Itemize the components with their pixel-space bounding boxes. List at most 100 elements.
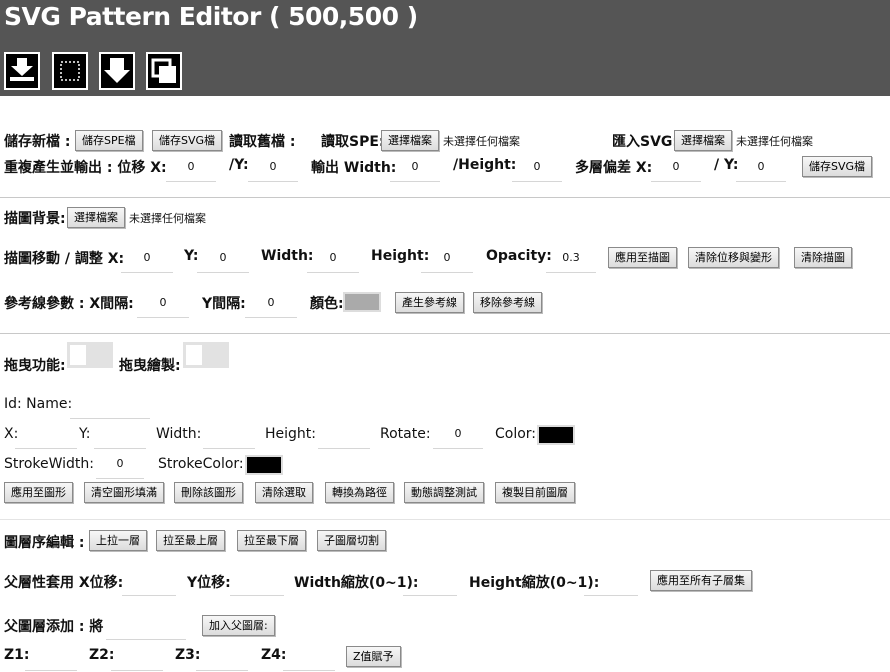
layer-offset-x-input[interactable]: 0 <box>651 152 701 182</box>
clear-trace-button[interactable]: 清除描圖 <box>794 247 852 268</box>
guide-color-label: 顏色: <box>310 296 344 312</box>
move-down-button[interactable] <box>99 52 135 90</box>
divider <box>0 197 890 198</box>
regen-label: 重複產生並輸出 : 位移 X: <box>4 160 167 176</box>
z3-input[interactable] <box>196 641 248 671</box>
convert-to-path-button[interactable]: 轉換為路徑 <box>325 482 394 503</box>
parent-add-input[interactable] <box>106 610 186 640</box>
guide-y-gap-label: Y間隔: <box>202 296 246 312</box>
output-width-input[interactable]: 0 <box>390 152 440 182</box>
toggle-knob <box>70 345 86 365</box>
layer-offset-label: 多層偏差 X: <box>575 160 653 176</box>
output-height-input[interactable]: 0 <box>512 152 562 182</box>
z1-input[interactable] <box>25 641 77 671</box>
drag-draw-toggle[interactable] <box>183 342 229 368</box>
send-to-bottom-button[interactable]: 拉至最下層 <box>237 530 306 551</box>
download-button[interactable] <box>4 52 40 90</box>
choose-file-button[interactable]: 選擇檔案 <box>381 130 439 151</box>
trace-x-input[interactable]: 0 <box>121 243 173 273</box>
shape-width-label: Width: <box>156 426 202 442</box>
height-scale-label: Height縮放(0~1): <box>469 575 600 591</box>
divider <box>0 333 890 334</box>
shape-rotate-input[interactable]: 0 <box>433 419 483 449</box>
trace-y-input[interactable]: 0 <box>197 243 249 273</box>
choose-file-button[interactable]: 選擇檔案 <box>67 207 125 228</box>
guide-y-gap-input[interactable]: 0 <box>245 288 297 318</box>
shape-width-input[interactable] <box>203 419 255 449</box>
move-up-layer-button[interactable]: 上拉一層 <box>89 530 147 551</box>
parent-add-label: 父圖層添加 : 將 <box>4 619 104 635</box>
import-svg-file-input[interactable]: 選擇檔案 未選擇任何檔案 <box>674 130 813 151</box>
shape-height-input[interactable] <box>318 419 370 449</box>
output-width-label: 輸出 Width: <box>311 160 397 176</box>
width-scale-input[interactable] <box>403 566 457 596</box>
regen-save-svg-button[interactable]: 儲存SVG檔 <box>802 156 873 177</box>
download-icon <box>10 58 34 81</box>
import-svg-label: 匯入SVG: <box>612 134 679 150</box>
z2-input[interactable] <box>111 641 163 671</box>
dynamic-adjust-test-button[interactable]: 動態調整測試 <box>404 482 484 503</box>
shape-y-input[interactable] <box>94 419 146 449</box>
layer-offset-y-label: / Y: <box>714 157 739 173</box>
save-svg-button[interactable]: 儲存SVG檔 <box>152 130 223 151</box>
z4-input[interactable] <box>283 641 335 671</box>
stroke-width-label: StrokeWidth: <box>4 456 95 472</box>
parent-apply-label: 父層性套用 X位移: <box>4 575 124 591</box>
apply-trace-button[interactable]: 應用至描圖 <box>608 247 677 268</box>
id-name-label: Id: Name: <box>4 396 73 412</box>
layer-order-label: 圖層序編輯 : <box>4 535 85 551</box>
select-area-button[interactable] <box>52 52 88 90</box>
trace-bg-file-input[interactable]: 選擇檔案 未選擇任何檔案 <box>67 207 206 228</box>
toggle-knob <box>186 345 202 365</box>
remove-guides-button[interactable]: 移除參考線 <box>473 292 542 313</box>
clear-selection-button[interactable]: 清除選取 <box>255 482 313 503</box>
delete-shape-button[interactable]: 刪除該圖形 <box>174 482 243 503</box>
shape-x-input[interactable] <box>15 419 77 449</box>
no-file-text: 未選擇任何檔案 <box>129 211 206 225</box>
trace-height-input[interactable]: 0 <box>421 243 473 273</box>
shape-height-label: Height: <box>265 426 316 442</box>
drag-toggle[interactable] <box>67 342 113 368</box>
stroke-color-picker[interactable] <box>245 455 283 475</box>
apply-shape-button[interactable]: 應用至圖形 <box>4 482 73 503</box>
z-assign-button[interactable]: Z值賦予 <box>346 646 401 667</box>
shape-rotate-label: Rotate: <box>380 426 431 442</box>
stroke-width-input[interactable]: 0 <box>96 449 144 479</box>
output-height-label: /Height: <box>453 157 517 173</box>
drag-label: 拖曳功能: <box>4 358 66 374</box>
save-spe-button[interactable]: 儲存SPE檔 <box>75 130 143 151</box>
clear-fill-button[interactable]: 清空圖形填滿 <box>84 482 164 503</box>
add-parent-layer-button[interactable]: 加入父圖層: <box>202 615 275 636</box>
bring-to-top-button[interactable]: 拉至最上層 <box>156 530 225 551</box>
page-title: SVG Pattern Editor ( 500,500 ) <box>4 2 418 31</box>
arrow-down-icon <box>104 58 130 83</box>
trace-opacity-label: Opacity: <box>486 248 552 264</box>
trace-bg-label: 描圖背景: <box>4 211 66 227</box>
no-file-text: 未選擇任何檔案 <box>736 134 813 148</box>
parent-y-offset-input[interactable] <box>230 566 284 596</box>
app-header: SVG Pattern Editor ( 500,500 ) <box>0 0 890 96</box>
clear-transform-button[interactable]: 清除位移與變形 <box>688 247 779 268</box>
apply-all-children-button[interactable]: 應用至所有子層集 <box>650 570 752 591</box>
copy-layer-button[interactable]: 複製目前圖層 <box>495 482 575 503</box>
read-spe-file-input[interactable]: 選擇檔案 未選擇任何檔案 <box>381 130 520 151</box>
layers-button[interactable] <box>146 52 182 90</box>
regen-y-input[interactable]: 0 <box>248 152 298 182</box>
layer-offset-y-input[interactable]: 0 <box>736 152 786 182</box>
shape-y-label: Y: <box>79 426 91 442</box>
guide-color-picker[interactable] <box>343 292 381 312</box>
generate-guides-button[interactable]: 產生參考線 <box>395 292 464 313</box>
no-file-text: 未選擇任何檔案 <box>443 134 520 148</box>
trace-opacity-input[interactable]: 0.3 <box>546 243 596 273</box>
regen-x-input[interactable]: 0 <box>166 152 216 182</box>
id-name-input[interactable] <box>70 389 150 419</box>
shape-color-picker[interactable] <box>537 425 575 445</box>
parent-x-offset-input[interactable] <box>122 566 176 596</box>
choose-file-button[interactable]: 選擇檔案 <box>674 130 732 151</box>
split-sublayer-button[interactable]: 子圖層切割 <box>317 530 386 551</box>
guide-x-gap-input[interactable]: 0 <box>137 288 189 318</box>
parent-y-offset-label: Y位移: <box>187 575 231 591</box>
trace-width-input[interactable]: 0 <box>307 243 359 273</box>
read-old-label: 讀取舊檔 : <box>229 134 296 150</box>
height-scale-input[interactable] <box>584 566 638 596</box>
